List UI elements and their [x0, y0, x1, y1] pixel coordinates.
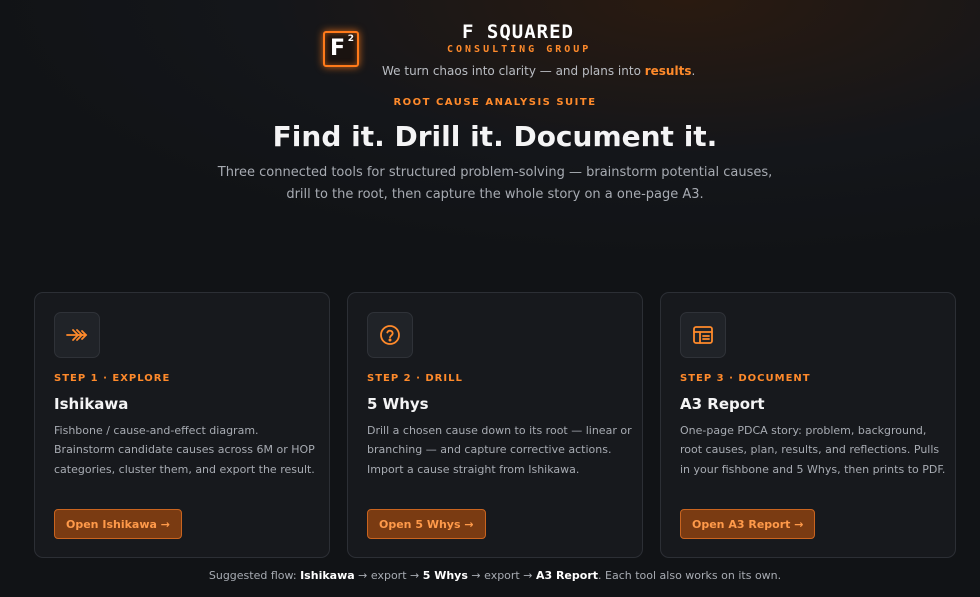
- step-label: STEP 3 · DOCUMENT: [680, 373, 811, 384]
- brand-name: F SQUARED: [462, 21, 574, 43]
- fishbone-icon: [54, 312, 100, 358]
- card-title: Ishikawa: [54, 395, 129, 413]
- tagline-highlight: results: [644, 64, 692, 78]
- page-headline: Find it. Drill it. Document it.: [272, 120, 718, 153]
- card-5-whys: STEP 2 · DRILL 5 Whys Drill a chosen cau…: [347, 292, 643, 558]
- footer-step-ishikawa: Ishikawa: [300, 569, 355, 582]
- open-ishikawa-button[interactable]: Open Ishikawa →: [54, 509, 182, 539]
- card-title: 5 Whys: [367, 395, 429, 413]
- brand-subtitle: CONSULTING GROUP: [447, 44, 592, 55]
- brand-header: F 2 F SQUARED CONSULTING GROUP We turn c…: [0, 20, 980, 80]
- open-a3-report-button[interactable]: Open A3 Report →: [680, 509, 816, 539]
- card-a3-report: STEP 3 · DOCUMENT A3 Report One-page PDC…: [660, 292, 956, 558]
- card-description: Drill a chosen cause down to its root — …: [367, 424, 632, 476]
- footer-suffix: . Each tool also works on its own.: [598, 569, 782, 582]
- f-squared-logo: F 2: [323, 31, 359, 67]
- card-ishikawa: STEP 1 · EXPLORE Ishikawa Fishbone / cau…: [34, 292, 330, 558]
- logo-letter: F: [330, 36, 346, 61]
- footer-step-a3-report: A3 Report: [535, 569, 599, 582]
- tagline-prefix: We turn chaos into clarity — and plans i…: [382, 64, 645, 78]
- logo-superscript: 2: [347, 34, 354, 44]
- question-circle-icon: [367, 312, 413, 358]
- tagline-suffix: .: [691, 64, 696, 78]
- suggested-flow-footer: Suggested flow: Ishikawa → export → 5 Wh…: [0, 569, 980, 582]
- footer-arrow: → export →: [354, 569, 423, 582]
- footer-arrow: → export →: [467, 569, 536, 582]
- card-description: Fishbone / cause-and-effect diagram. Bra…: [54, 424, 315, 476]
- footer-step-5-whys: 5 Whys: [422, 569, 468, 582]
- footer-prefix: Suggested flow:: [208, 569, 301, 582]
- report-layout-icon: [680, 312, 726, 358]
- open-5-whys-button[interactable]: Open 5 Whys →: [367, 509, 486, 539]
- suite-eyebrow: ROOT CAUSE ANALYSIS SUITE: [393, 97, 597, 108]
- card-description: One-page PDCA story: problem, background…: [680, 424, 946, 476]
- step-label: STEP 2 · DRILL: [367, 373, 463, 384]
- card-title: A3 Report: [680, 395, 765, 413]
- brand-tagline: We turn chaos into clarity — and plans i…: [382, 64, 695, 78]
- page-intro: Three connected tools for structured pro…: [217, 165, 773, 202]
- step-label: STEP 1 · EXPLORE: [54, 373, 171, 384]
